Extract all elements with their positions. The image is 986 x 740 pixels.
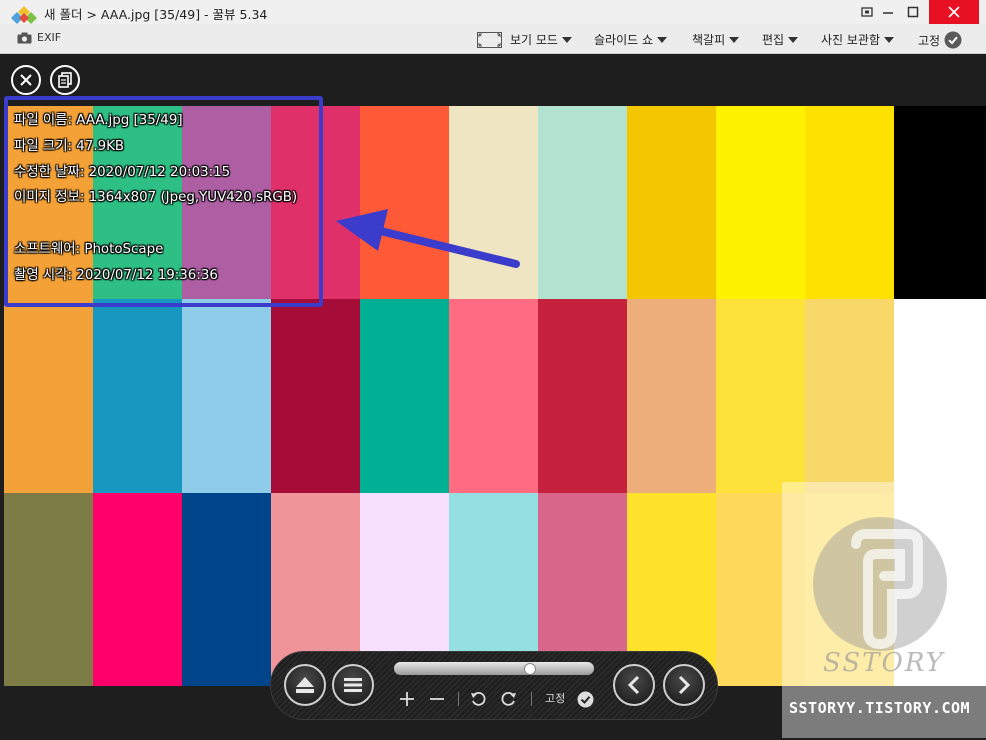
chevron-down-icon bbox=[729, 37, 740, 43]
image-color-cell bbox=[182, 299, 271, 493]
file-info-line: 촬영 시각: 2020/07/12 19:36:36 bbox=[14, 267, 218, 283]
exif-button[interactable]: EXIF bbox=[17, 31, 61, 44]
menu-button[interactable] bbox=[332, 664, 374, 706]
separator bbox=[458, 692, 459, 706]
file-info-line: 파일 이름: AAA.jpg [35/49] bbox=[14, 113, 183, 128]
image-color-cell bbox=[627, 299, 716, 493]
pointer-arrow-icon bbox=[336, 209, 520, 268]
pin-label: 고정 bbox=[545, 692, 566, 705]
image-color-cell bbox=[538, 106, 627, 300]
previous-image-button[interactable] bbox=[613, 664, 655, 706]
image-color-cell bbox=[360, 299, 449, 493]
image-color-cell bbox=[538, 299, 627, 493]
image-color-cell bbox=[182, 492, 271, 686]
chevron-down-icon bbox=[884, 37, 895, 43]
image-color-cell bbox=[627, 106, 716, 300]
photo-storage-label: 사진 보관함 bbox=[821, 33, 881, 47]
image-color-cell bbox=[271, 299, 360, 493]
image-color-cell bbox=[4, 492, 93, 686]
view-mode-menu[interactable]: 보기 모드 bbox=[477, 31, 572, 48]
eject-icon bbox=[296, 677, 314, 693]
edit-menu[interactable]: 편집 bbox=[762, 31, 799, 48]
pin-toggle[interactable]: 고정 bbox=[918, 31, 962, 49]
file-info-line: 이미지 정보: 1364x807 (Jpeg,YUV420,sRGB) bbox=[14, 190, 298, 206]
zoom-out-button[interactable] bbox=[427, 688, 447, 710]
chevron-down-icon bbox=[657, 37, 668, 43]
file-info-line: 수정한 날짜: 2020/07/12 20:03:15 bbox=[14, 164, 231, 180]
check-circle-icon bbox=[577, 691, 593, 707]
watermark-site: SSTORYY.TISTORY.COM bbox=[789, 699, 971, 717]
view-mode-label: 보기 모드 bbox=[510, 33, 558, 47]
copy-icon bbox=[58, 72, 72, 88]
image-color-cell bbox=[449, 299, 538, 493]
next-image-button[interactable] bbox=[663, 664, 705, 706]
hamburger-menu-icon bbox=[344, 678, 362, 692]
pin-label: 고정 bbox=[918, 33, 941, 48]
image-color-cell bbox=[805, 299, 894, 493]
close-window-button[interactable] bbox=[929, 0, 979, 24]
chevron-down-icon bbox=[561, 37, 572, 43]
file-info-line: 파일 크기: 47.9KB bbox=[14, 138, 125, 154]
image-color-cell bbox=[4, 299, 93, 493]
image-color-cell bbox=[894, 299, 986, 493]
chevron-left-icon bbox=[627, 675, 640, 695]
separator bbox=[531, 692, 532, 706]
fit-screen-icon bbox=[477, 31, 502, 48]
pin-icon bbox=[861, 7, 873, 17]
slideshow-menu[interactable]: 슬라이드 쇼 bbox=[594, 31, 668, 48]
plus-icon bbox=[400, 692, 414, 706]
file-info-line: 소프트웨어: PhotoScape bbox=[14, 241, 164, 257]
image-color-cell bbox=[805, 106, 894, 300]
title-bar: 새 폴더 > AAA.jpg [35/49] - 꿀뷰 5.34 bbox=[0, 0, 986, 24]
file-info-panel: 파일 이름: AAA.jpg [35/49] 파일 크기: 47.9KB 수정한 날… bbox=[14, 108, 297, 289]
minimize-button[interactable] bbox=[876, 0, 900, 24]
rotate-right-icon bbox=[501, 691, 516, 706]
chevron-down-icon bbox=[788, 37, 799, 43]
maximize-icon bbox=[907, 6, 919, 18]
bookmark-menu[interactable]: 책갈피 bbox=[692, 31, 740, 48]
photo-storage-menu[interactable]: 사진 보관함 bbox=[821, 31, 895, 48]
image-color-cell bbox=[93, 299, 182, 493]
minimize-icon bbox=[883, 12, 893, 14]
rotate-right-button[interactable] bbox=[499, 688, 519, 710]
close-viewer-button[interactable] bbox=[11, 65, 41, 95]
slideshow-label: 슬라이드 쇼 bbox=[594, 33, 654, 47]
camera-icon bbox=[17, 32, 32, 43]
rotate-left-button[interactable] bbox=[468, 688, 488, 710]
exif-label: EXIF bbox=[37, 31, 62, 44]
watermark-logo-text: SSTORY bbox=[823, 648, 945, 678]
honeyview-logo-icon bbox=[11, 6, 37, 24]
bookmark-label: 책갈피 bbox=[692, 33, 726, 47]
zoom-slider-handle[interactable] bbox=[524, 663, 536, 675]
minus-icon bbox=[430, 698, 444, 700]
file-info-line bbox=[14, 211, 297, 237]
close-icon bbox=[20, 74, 32, 86]
zoom-in-button[interactable] bbox=[397, 688, 417, 710]
eject-button[interactable] bbox=[284, 664, 326, 706]
image-color-cell bbox=[716, 299, 805, 493]
image-color-cell bbox=[716, 106, 805, 300]
edit-label: 편집 bbox=[762, 33, 785, 47]
menu-bar: EXIF 보기 모드 슬라이드 쇼 책갈피 편집 사진 보관함 고정 bbox=[0, 24, 986, 54]
check-circle-icon bbox=[944, 31, 962, 49]
copy-button[interactable] bbox=[50, 65, 80, 95]
zoom-slider-track[interactable] bbox=[394, 662, 594, 675]
pin-toggle[interactable] bbox=[575, 688, 595, 710]
image-color-cell bbox=[93, 492, 182, 686]
image-color-cell bbox=[894, 106, 986, 300]
window-title: 새 폴더 > AAA.jpg [35/49] - 꿀뷰 5.34 bbox=[44, 7, 268, 22]
close-icon bbox=[948, 6, 960, 18]
maximize-button[interactable] bbox=[901, 0, 925, 24]
rotate-left-icon bbox=[471, 691, 486, 706]
chevron-right-icon bbox=[678, 675, 691, 695]
